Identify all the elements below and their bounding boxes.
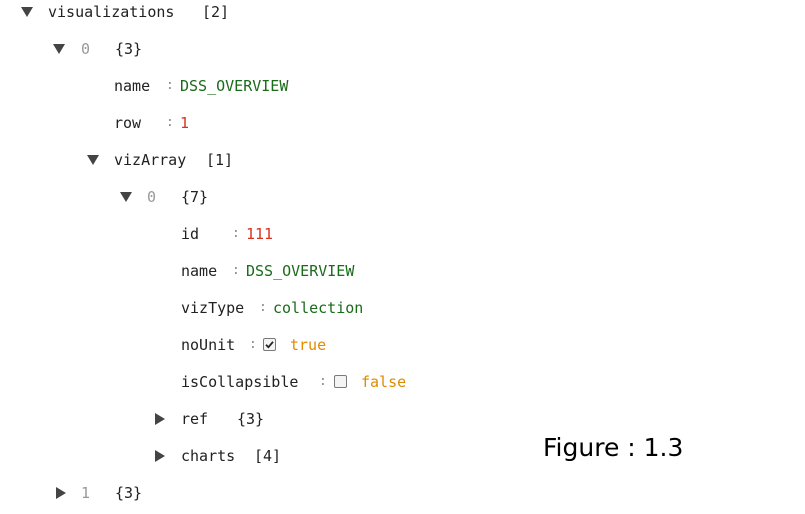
key-value-separator: : [232, 226, 240, 241]
node-count: [4] [254, 447, 282, 465]
node-key: vizArray [114, 151, 187, 169]
triangle-down-icon [120, 192, 132, 202]
property-key: name [114, 77, 151, 95]
expand-toggle-ref[interactable] [153, 407, 167, 431]
property-key: vizType [181, 299, 245, 317]
key-value-separator: : [166, 115, 174, 130]
property-value-number[interactable]: 1 [180, 111, 189, 135]
property-key: row [114, 114, 142, 132]
triangle-right-icon [155, 450, 165, 462]
property-value-string[interactable]: collection [273, 296, 363, 320]
triangle-down-icon [21, 7, 33, 17]
node-index: 0 [147, 188, 157, 206]
checkmark-icon [265, 341, 274, 349]
collapse-toggle-item-0[interactable] [52, 37, 66, 61]
property-key: noUnit [181, 336, 236, 354]
triangle-right-icon [155, 413, 165, 425]
node-count: [1] [206, 151, 234, 169]
boolean-checkbox-checked[interactable] [263, 338, 276, 351]
collapse-toggle-visualizations[interactable] [20, 0, 34, 24]
expand-toggle-item-1[interactable] [54, 481, 68, 505]
property-value-number[interactable]: 111 [246, 222, 273, 246]
node-count: {3} [115, 40, 143, 58]
property-key: name [181, 262, 218, 280]
node-count: {3} [115, 484, 143, 502]
node-index: 1 [81, 484, 91, 502]
figure-caption: Figure : 1.3 [543, 433, 684, 462]
key-value-separator: : [166, 78, 174, 93]
node-key: charts [181, 447, 236, 465]
property-value-string[interactable]: DSS_OVERVIEW [180, 74, 288, 98]
node-key: visualizations [48, 3, 175, 21]
node-count: {7} [181, 188, 209, 206]
collapse-toggle-vizArray[interactable] [86, 148, 100, 172]
property-value-boolean: true [290, 336, 327, 354]
property-key: id [181, 225, 200, 243]
triangle-down-icon [53, 44, 65, 54]
expand-toggle-charts[interactable] [153, 444, 167, 468]
node-index: 0 [81, 40, 91, 58]
collapse-toggle-vizArray-item-0[interactable] [119, 185, 133, 209]
node-key: ref [181, 410, 209, 428]
triangle-right-icon [56, 487, 66, 499]
triangle-down-icon [87, 155, 99, 165]
node-count: {3} [237, 410, 265, 428]
key-value-separator: : [259, 300, 267, 315]
key-value-separator: : [319, 374, 327, 389]
property-value-boolean: false [361, 373, 407, 391]
key-value-separator: : [249, 337, 257, 352]
property-value-string[interactable]: DSS_OVERVIEW [246, 259, 354, 283]
property-key: isCollapsible [181, 373, 299, 391]
node-count: [2] [202, 3, 230, 21]
key-value-separator: : [232, 263, 240, 278]
boolean-checkbox-unchecked[interactable] [334, 375, 347, 388]
